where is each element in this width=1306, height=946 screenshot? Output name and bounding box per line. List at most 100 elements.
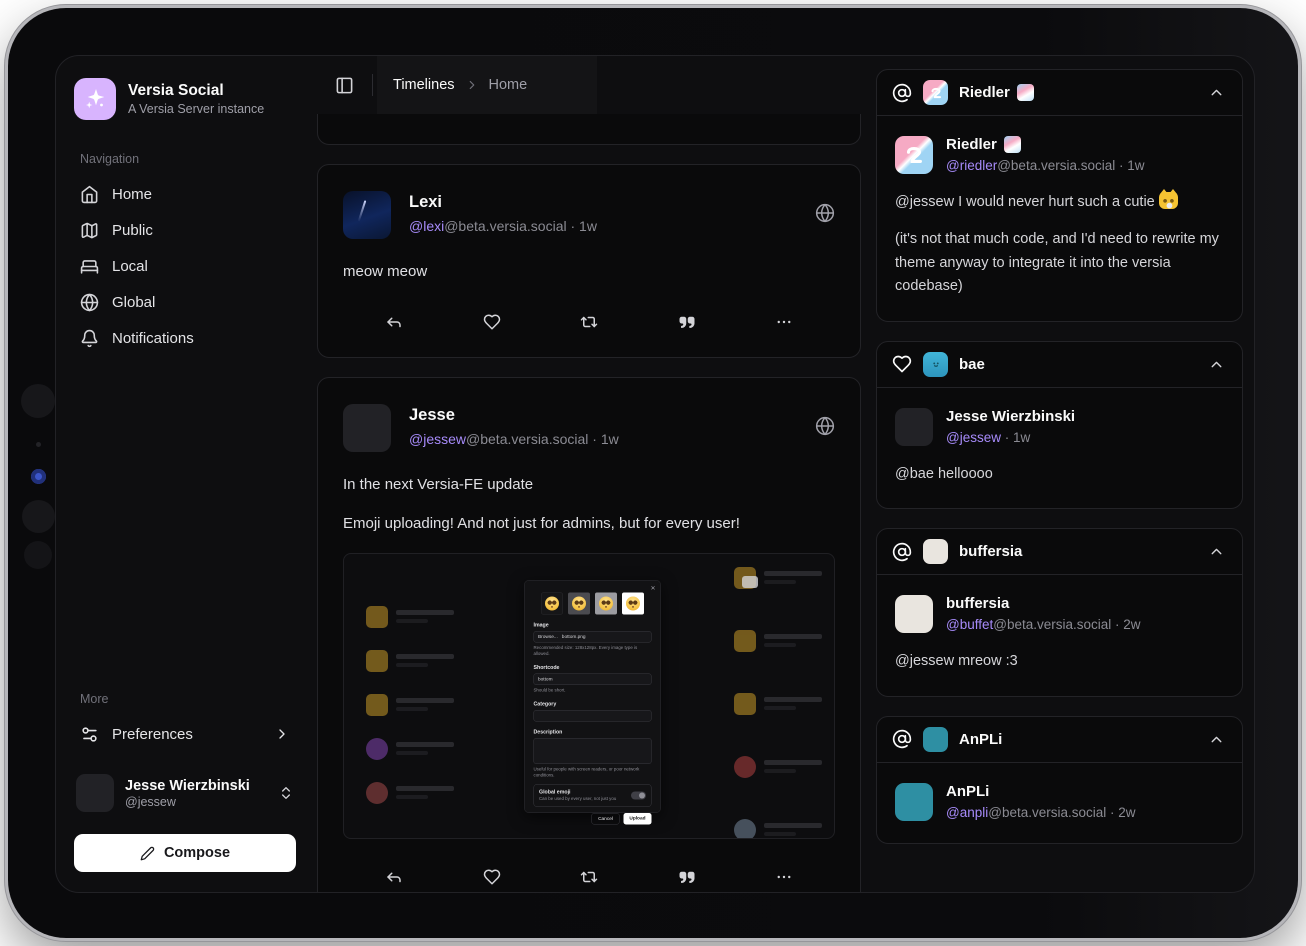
avatar[interactable]	[895, 408, 933, 446]
notification-author[interactable]: Jesse Wierzbinski	[946, 408, 1075, 425]
notification-title: buffersia	[959, 543, 1022, 560]
field-hint: Useful for people with screen readers, o…	[534, 766, 652, 778]
post-author[interactable]: Jesse	[409, 404, 619, 425]
notification-card: bae Jesse Wierzbinski @jessew · 1w @bae …	[876, 341, 1243, 509]
field-label: Description	[534, 728, 652, 734]
mention-at-icon	[892, 83, 912, 103]
notification-handle[interactable]: @anpli@beta.versia.social · 2w	[946, 805, 1136, 820]
notification-header[interactable]: AnPLi	[877, 717, 1242, 763]
sidebar-item-label: Global	[112, 294, 155, 311]
post-handle[interactable]: @lexi@beta.versia.social · 1w	[409, 218, 597, 234]
chevron-up-icon[interactable]	[1206, 82, 1227, 103]
cancel-button: Cancel	[592, 813, 620, 825]
field-hint: Can be used by every user, not just you	[539, 796, 627, 802]
like-button[interactable]	[481, 866, 503, 888]
riedler-cube-emoji	[1004, 136, 1021, 153]
dock-app-icon[interactable]	[21, 384, 55, 418]
post-text: meow meow	[343, 261, 835, 284]
notification-title: AnPLi	[959, 731, 1002, 748]
previous-post-card-clipped	[317, 114, 861, 145]
more-button[interactable]	[773, 866, 795, 888]
close-icon: ✕	[650, 584, 655, 591]
sidebar-item-public[interactable]: Public	[74, 212, 296, 248]
avatar[interactable]	[895, 783, 933, 821]
mention-at-icon	[892, 542, 912, 562]
post-image-attachment[interactable]: ✕ Image Browse...bottom.png Recommended …	[343, 553, 835, 839]
embed-emoji-upload-modal: ✕ Image Browse...bottom.png Recommended …	[524, 580, 661, 813]
dock-blue-app-icon[interactable]	[31, 469, 46, 484]
like-button[interactable]	[481, 311, 503, 333]
dock-dot-icon	[36, 442, 41, 447]
brand[interactable]: Versia Social A Versia Server instance	[74, 78, 296, 120]
visibility-globe-icon	[815, 191, 835, 223]
timeline-column: Timelines Home Lexi @lexi@beta.versia.so…	[317, 56, 861, 892]
dock-app-icon[interactable]	[24, 541, 52, 569]
notification-header[interactable]: bae	[877, 342, 1242, 388]
chevron-up-icon[interactable]	[1206, 354, 1227, 375]
notification-handle[interactable]: @riedler@beta.versia.social · 1w	[946, 158, 1144, 173]
breadcrumb: Timelines Home	[377, 56, 597, 114]
notification-text: @jessew mreow :3	[895, 650, 1224, 673]
boost-button[interactable]	[578, 866, 600, 888]
notification-card: AnPLi AnPLi @anpli@beta.versia.social · …	[876, 716, 1243, 844]
breadcrumb-timelines[interactable]: Timelines	[393, 77, 455, 93]
notification-handle[interactable]: @buffet@beta.versia.social · 2w	[946, 617, 1141, 632]
riedler-cube-emoji	[1017, 84, 1034, 101]
embed-add-button	[742, 576, 758, 588]
notification-author[interactable]: buffersia	[946, 595, 1009, 612]
app-subtitle: A Versia Server instance	[128, 102, 264, 116]
post-text: In the next Versia-FE update	[343, 474, 835, 497]
bed-icon	[80, 257, 99, 276]
bell-icon	[80, 329, 99, 348]
compose-button[interactable]: Compose	[74, 834, 296, 872]
sidebar-item-label: Home	[112, 186, 152, 203]
post-handle[interactable]: @jessew@beta.versia.social · 1w	[409, 431, 619, 447]
breadcrumb-home[interactable]: Home	[489, 77, 528, 93]
more-button[interactable]	[773, 311, 795, 333]
chevron-up-icon[interactable]	[1206, 541, 1227, 562]
notification-header[interactable]: buffersia	[877, 529, 1242, 575]
chevrons-up-down-icon	[278, 785, 294, 801]
notification-card: Riedler Riedler @riedler@beta.versia.soc…	[876, 69, 1243, 322]
quote-button[interactable]	[676, 866, 698, 888]
post-card: Lexi @lexi@beta.versia.social · 1w meow …	[317, 164, 861, 358]
avatar[interactable]	[343, 191, 391, 239]
notification-text: @jessew I would never hurt such a cutie	[895, 191, 1224, 214]
preferences-label: Preferences	[112, 726, 193, 743]
reply-button[interactable]	[383, 866, 405, 888]
notification-title: Riedler	[959, 84, 1010, 101]
versia-logo-icon	[74, 78, 116, 120]
field-label: Category	[534, 700, 652, 706]
chevron-up-icon[interactable]	[1206, 729, 1227, 750]
avatar	[923, 727, 948, 752]
app-name: Versia Social	[128, 82, 264, 100]
home-icon	[80, 185, 99, 204]
sidebar-item-global[interactable]: Global	[74, 284, 296, 320]
notification-author[interactable]: Riedler	[946, 136, 997, 153]
notification-text: @bae helloooo	[895, 463, 1224, 486]
account-switcher[interactable]: Jesse Wierzbinski @jessew	[74, 774, 296, 812]
dock-app-icon[interactable]	[22, 500, 55, 533]
avatar[interactable]	[895, 595, 933, 633]
reply-button[interactable]	[383, 311, 405, 333]
boost-button[interactable]	[578, 311, 600, 333]
notification-header[interactable]: Riedler	[877, 70, 1242, 116]
post-actions	[343, 866, 835, 888]
sidebar-item-local[interactable]: Local	[74, 248, 296, 284]
sliders-icon	[80, 725, 99, 744]
notification-handle[interactable]: @jessew · 1w	[946, 430, 1075, 445]
file-input: Browse...bottom.png	[534, 631, 652, 643]
field-label: Global emoji	[539, 789, 627, 795]
post-author[interactable]: Lexi	[409, 191, 597, 212]
quote-button[interactable]	[676, 311, 698, 333]
avatar[interactable]	[895, 136, 933, 174]
sidebar-item-preferences[interactable]: Preferences	[74, 716, 296, 752]
notification-author[interactable]: AnPLi	[946, 783, 989, 800]
field-hint: Should be short.	[534, 687, 652, 693]
embed-emoji-table	[366, 606, 454, 826]
post-card: Jesse @jessew@beta.versia.social · 1w In…	[317, 377, 861, 894]
sidebar-item-home[interactable]: Home	[74, 176, 296, 212]
sidebar-item-notifications[interactable]: Notifications	[74, 320, 296, 356]
avatar[interactable]	[343, 404, 391, 452]
sidebar-toggle-button[interactable]	[331, 72, 358, 99]
